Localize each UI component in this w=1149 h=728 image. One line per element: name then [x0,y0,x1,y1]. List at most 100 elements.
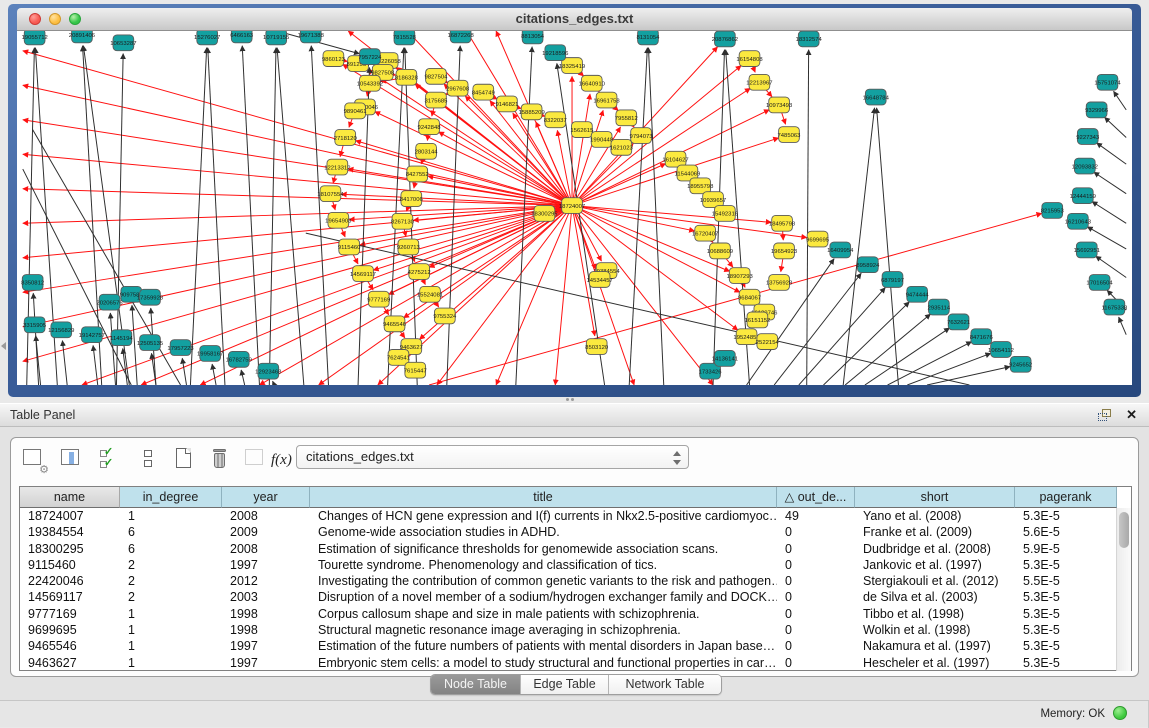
graph-edge[interactable] [269,48,276,385]
graph-edge[interactable] [1119,317,1127,335]
graph-edge[interactable] [27,48,35,385]
graph-node-label: 17957223 [167,346,194,352]
graph-edge[interactable] [572,206,596,270]
scrollbar-thumb[interactable] [1119,512,1129,548]
column-visibility-icon[interactable] [59,447,85,473]
graph-edge[interactable] [23,85,572,205]
row-options-icon[interactable] [135,447,161,473]
graph-edge[interactable] [1097,143,1127,164]
tab-network-table[interactable]: Network Table [609,675,721,694]
graph-node-label: 17016504 [1086,281,1113,287]
graph-edge[interactable] [572,206,771,223]
graph-edge[interactable] [877,108,899,385]
float-window-icon[interactable] [1098,409,1113,422]
graph-edge[interactable] [865,328,950,385]
graph-edge[interactable] [62,341,67,385]
table-row[interactable]: 977716911998Corpus callosum shape and si… [20,606,1117,622]
graph-edge[interactable] [23,206,572,293]
graph-node-label: 8350812 [21,281,44,287]
graph-edge[interactable] [927,367,1010,385]
table-row[interactable]: 911546021997Tourette syndrome. Phenomeno… [20,557,1117,573]
table-row[interactable]: 969969511998Structural magnetic resonanc… [20,622,1117,638]
table-row[interactable]: 946554611997Estimation of the future num… [20,638,1117,654]
graph-node-label: 14569117 [350,272,376,278]
graph-edge[interactable] [273,381,275,385]
table-cell: 6 [120,541,222,557]
graph-node-label: 12156829 [48,328,74,334]
graph-edge[interactable] [93,345,98,385]
graph-edge[interactable] [629,48,647,385]
graph-node-label: 16104627 [662,157,688,163]
graph-edge[interactable] [447,46,460,385]
graph-edge[interactable] [555,206,572,385]
graph-edge[interactable] [1105,117,1127,137]
graph-edge[interactable] [23,154,572,205]
graph-node-label: 10973493 [766,103,793,109]
close-button[interactable] [29,13,41,25]
table-row[interactable]: 1830029562008Estimation of significance … [20,541,1117,557]
table-row[interactable]: 1938455462009Genome-wide association stu… [20,524,1117,540]
new-table-icon[interactable] [171,447,197,473]
network-graph-svg: 1872400718300295986012389129541822605898… [17,31,1132,385]
table-cell: Estimation of the future numbers of pati… [310,638,777,654]
column-header-short[interactable]: short [855,487,1015,508]
tab-node-table[interactable]: Node Table [431,675,521,694]
column-checklist-icon[interactable]: ✓ ✓ [97,447,123,473]
graph-edge[interactable] [1094,172,1126,194]
graph-node-label: 15692951 [1074,248,1100,254]
column-header-title[interactable]: title [310,487,777,508]
table-row[interactable]: 946362711997Embryonic stem cells: a mode… [20,655,1117,671]
graph-node-label: 12444159 [1070,194,1096,200]
graph-edge[interactable] [23,51,572,206]
graph-edge[interactable] [572,206,694,231]
delete-trash-icon[interactable] [207,447,233,473]
graph-edge[interactable] [888,342,972,385]
graph-node-label: 7624541 [387,356,410,362]
graph-node-label: 8503120 [585,345,609,351]
table-cell: 1998 [222,606,310,622]
column-header-pagerank[interactable]: pagerank [1015,487,1117,508]
column-header-year[interactable]: year [222,487,310,508]
minimize-button[interactable] [49,13,61,25]
table-cell: 5.3E-5 [1015,622,1117,638]
graph-edge[interactable] [1114,91,1127,110]
table-selector-dropdown[interactable]: citations_edges.txt [296,445,689,469]
graph-node-label: 9146821 [495,102,518,108]
graph-edge[interactable] [437,206,572,385]
memory-ok-indicator[interactable] [1113,706,1127,720]
column-header-in_degree[interactable]: in_degree [120,487,222,508]
network-window-titlebar[interactable]: citations_edges.txt [17,8,1132,31]
table-row[interactable]: 1872400712008Changes of HCN gene express… [20,508,1117,524]
function-builder-icon[interactable]: f(x) [271,451,297,477]
graph-edge[interactable] [807,50,809,385]
panel-collapse-arrow-icon[interactable] [1,342,6,350]
table-row[interactable]: 2242004622012Investigating the contribut… [20,573,1117,589]
graph-edge[interactable] [572,164,666,206]
graph-edge[interactable] [241,370,244,385]
graph-edge[interactable] [212,364,216,385]
table-cell: 19384554 [20,524,120,540]
table-scrollbar[interactable] [1116,508,1131,671]
network-canvas[interactable]: 1872400718300295986012389129541822605898… [17,31,1132,385]
graph-node-label: 9890461 [344,109,367,115]
graph-edge[interactable] [182,358,186,385]
column-header-name[interactable]: name [20,487,120,508]
graph-edge[interactable] [277,48,304,385]
table-settings-icon[interactable]: ⚙ [21,447,47,473]
delete-table-icon [243,447,269,473]
graph-edge[interactable] [1092,201,1126,223]
graph-node-label: 9245652 [1009,363,1032,369]
close-panel-icon[interactable]: ✕ [1126,407,1137,423]
table-row[interactable]: 1456911722003Disruption of a novel membe… [20,589,1117,605]
table-cell: Nakamura et al. (1997) [855,638,1015,654]
table-cell: 9463627 [20,655,120,671]
tab-edge-table[interactable]: Edge Table [521,675,609,694]
graph-node-label: 16720407 [692,231,718,237]
table-cell: 18724007 [20,508,120,524]
graph-edge[interactable] [311,46,328,385]
column-header-out_de[interactable]: △ out_de... [777,487,855,508]
graph-edge[interactable] [572,206,595,336]
zoom-button[interactable] [69,13,81,25]
splitter-handle[interactable] [566,398,578,402]
graph-edge[interactable] [23,120,572,206]
